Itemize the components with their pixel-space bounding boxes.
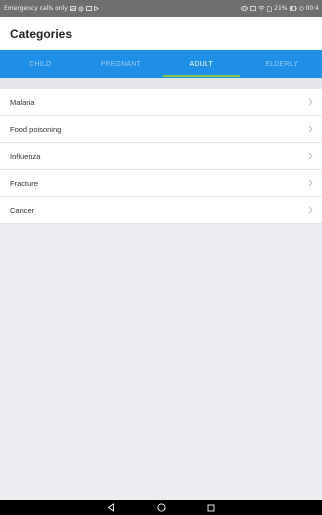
tab-adult[interactable]: ADULT <box>161 50 242 78</box>
gallery-icon <box>85 6 92 11</box>
list-spacer <box>0 78 322 89</box>
home-button[interactable] <box>154 502 168 514</box>
play-store-icon <box>93 6 99 11</box>
list-item-label: Malaria <box>10 97 35 107</box>
tab-elderly[interactable]: ELDERLY <box>242 50 322 78</box>
battery-icon <box>289 6 297 11</box>
network-icon <box>250 6 257 11</box>
recents-square-icon <box>207 504 215 511</box>
app-header: Categories <box>0 17 322 50</box>
settings-icon <box>78 6 84 11</box>
system-nav-bar <box>0 500 322 515</box>
tab-child[interactable]: CHILD <box>0 50 81 78</box>
tab-label: CHILD <box>29 60 52 68</box>
chevron-right-icon <box>306 151 314 161</box>
tab-bar: CHILD PREGNANT ADULT ELDERLY <box>0 50 322 78</box>
list-item-label: Food poisoning <box>10 124 62 134</box>
chevron-right-icon <box>306 205 314 215</box>
clock: 00:4 <box>305 5 319 12</box>
battery-percent: 21% <box>274 5 288 12</box>
back-button[interactable] <box>104 502 118 514</box>
home-circle-icon <box>156 503 166 512</box>
chevron-right-icon <box>306 124 314 134</box>
list-item-label: Fracture <box>10 178 38 188</box>
back-triangle-icon <box>107 503 114 512</box>
vibrate-icon <box>241 6 248 11</box>
photo-icon <box>69 6 76 11</box>
status-left: Emergency calls only <box>4 5 99 12</box>
page-title: Categories <box>10 27 73 41</box>
tab-label: ADULT <box>189 60 213 68</box>
list-item-cancer[interactable]: Cancer <box>0 197 322 224</box>
sim-icon <box>267 5 272 12</box>
alarm-icon <box>298 6 304 11</box>
chevron-right-icon <box>306 97 314 107</box>
list-item-food-poisoning[interactable]: Food poisoning <box>0 116 322 143</box>
list-item-fracture[interactable]: Fracture <box>0 170 322 197</box>
tab-pregnant[interactable]: PREGNANT <box>81 50 162 78</box>
list-item-malaria[interactable]: Malaria <box>0 89 322 116</box>
list-item-label: Influenza <box>10 151 41 161</box>
category-list: Malaria Food poisoning Influenza Fractur… <box>0 89 322 224</box>
list-item-label: Cancer <box>10 205 35 215</box>
wifi-icon <box>258 6 265 11</box>
chevron-right-icon <box>306 178 314 188</box>
tab-label: ELDERLY <box>265 60 299 68</box>
status-bar: Emergency calls only 21% 00:4 <box>0 0 322 17</box>
list-item-influenza[interactable]: Influenza <box>0 143 322 170</box>
recents-button[interactable] <box>204 502 218 514</box>
carrier-text: Emergency calls only <box>4 5 68 12</box>
status-right: 21% 00:4 <box>241 5 319 12</box>
tab-label: PREGNANT <box>100 60 141 68</box>
